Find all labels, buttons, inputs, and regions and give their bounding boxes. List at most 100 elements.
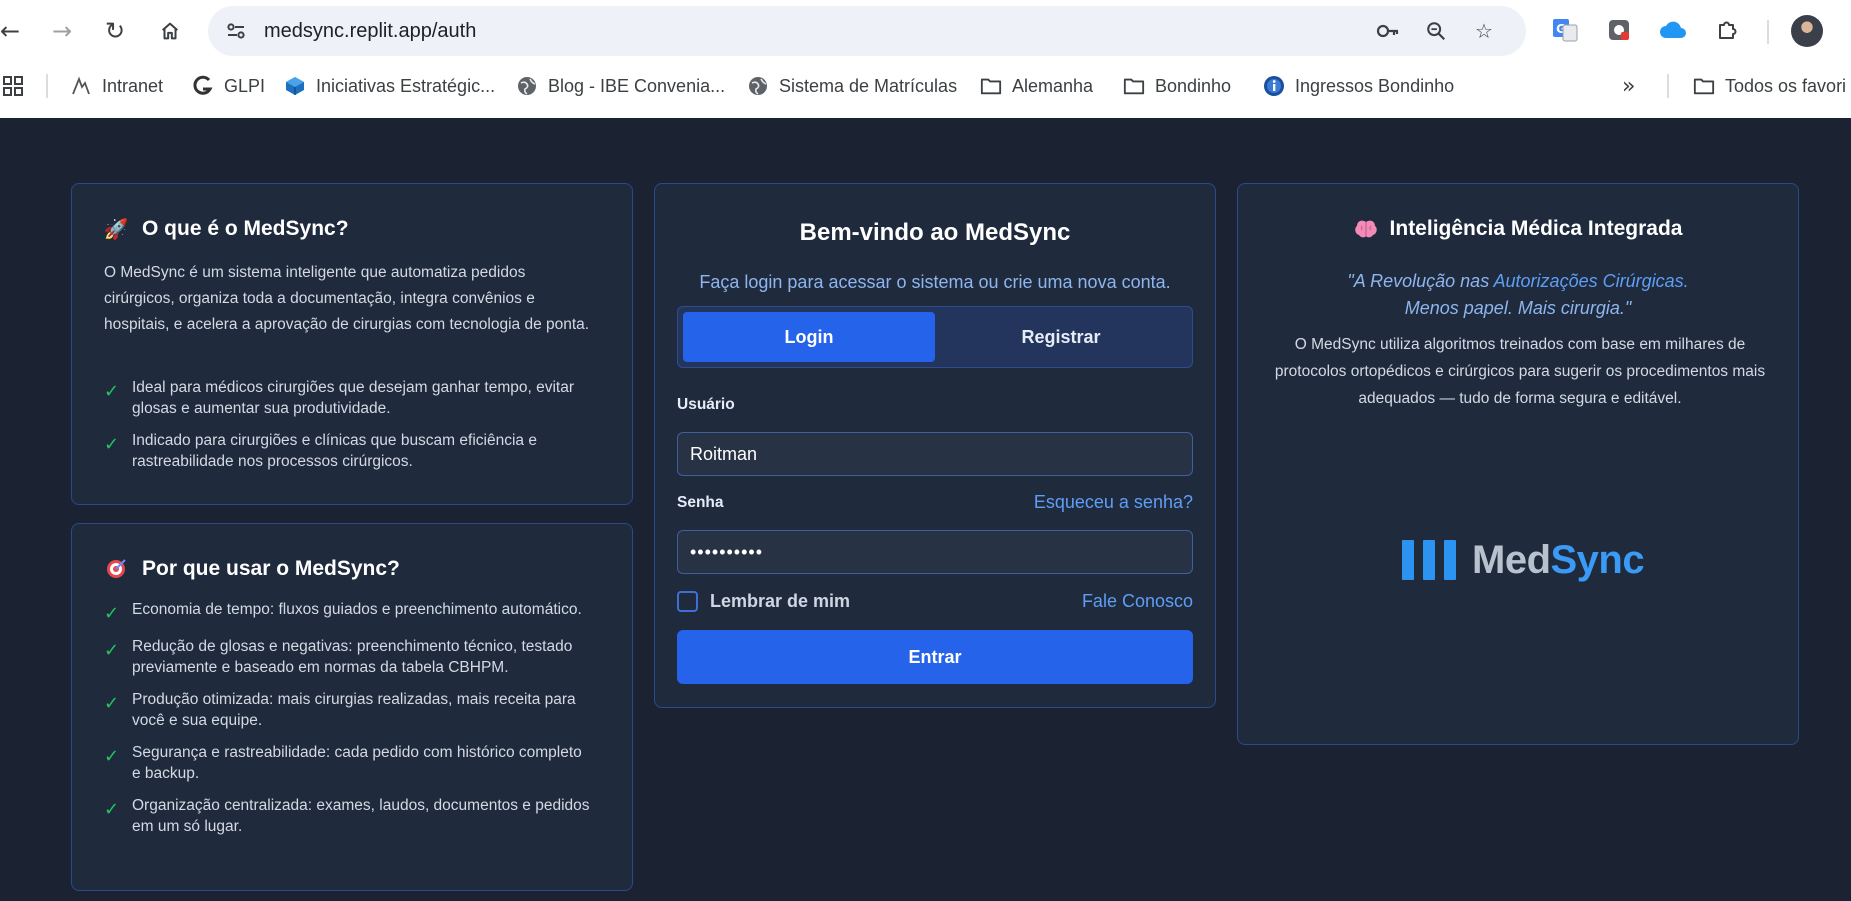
all-bookmarks-folder[interactable]: Todos os favori: [1693, 72, 1846, 100]
why-list: ✓ Economia de tempo: fluxos guiados e pr…: [104, 599, 594, 848]
ai-description: O MedSync utiliza algoritmos treinados c…: [1274, 336, 1766, 407]
list-item: ✓ Economia de tempo: fluxos guiados e pr…: [104, 601, 582, 624]
profile-avatar[interactable]: [1791, 15, 1823, 47]
ai-title: Inteligência Médica Integrada: [1238, 217, 1798, 241]
folder-icon: [1123, 75, 1145, 97]
password-key-icon[interactable]: [1374, 17, 1402, 45]
auth-tabs: Login Registrar: [677, 306, 1193, 368]
quote-highlight: Autorizações Cirúrgicas.: [1493, 271, 1689, 291]
bookmarks-bar: Intranet GLPI Iniciativas Estratégic... …: [0, 62, 1851, 110]
list-item: ✓ Segurança e rastreabilidade: cada pedi…: [104, 744, 582, 782]
cloud-icon[interactable]: [1657, 14, 1689, 46]
extensions-puzzle-icon[interactable]: [1711, 14, 1743, 46]
bookmark-label: Blog - IBE Convenia...: [548, 75, 726, 96]
site-settings-icon[interactable]: [224, 19, 248, 43]
bookmark-matriculas[interactable]: Sistema de Matrículas: [747, 72, 957, 100]
folder-icon: [1693, 75, 1715, 97]
about-card: 🚀 O que é o MedSync? O MedSync é um sist…: [71, 183, 633, 505]
login-card: Bem-vindo ao MedSync Faça login para ace…: [654, 183, 1216, 708]
logo-bar: [1444, 540, 1456, 580]
brain-icon: [1354, 219, 1378, 239]
about-title: 🚀 O que é o MedSync?: [104, 217, 349, 241]
reload-icon[interactable]: ↻: [97, 13, 133, 49]
target-icon: [104, 558, 128, 580]
toolbar-divider: [1767, 20, 1769, 44]
check-icon: ✓: [104, 693, 120, 714]
globe-icon: [516, 75, 538, 97]
tab-login[interactable]: Login: [683, 312, 935, 362]
password-label: Senha: [677, 494, 724, 511]
check-icon: ✓: [104, 603, 120, 624]
bookmark-bondinho[interactable]: Bondinho: [1123, 72, 1231, 100]
bookmarks-divider: [1667, 74, 1669, 98]
zoom-icon[interactable]: [1422, 17, 1450, 45]
bookmark-label: Iniciativas Estratégic...: [316, 75, 496, 96]
logo-text-sync: Sync: [1550, 538, 1645, 582]
list-item: ✓ Produção otimizada: mais cirurgias rea…: [104, 691, 576, 729]
bookmark-intranet[interactable]: Intranet: [70, 72, 163, 100]
bookmark-glpi[interactable]: GLPI: [192, 72, 265, 100]
bookmark-label: Intranet: [102, 75, 164, 96]
check-icon: ✓: [104, 799, 120, 820]
login-subtitle: Faça login para acessar o sistema ou cri…: [699, 272, 1171, 292]
address-bar[interactable]: medsync.replit.app/auth ☆: [208, 6, 1526, 56]
check-icon: ✓: [104, 434, 120, 455]
globe-icon: [747, 75, 769, 97]
translate-icon[interactable]: G: [1549, 14, 1581, 46]
glpi-icon: [192, 75, 214, 97]
quote-text: "A Revolução nas: [1347, 271, 1494, 291]
ai-quote: "A Revolução nas Autorizações Cirúrgicas…: [1238, 268, 1798, 322]
logo-bars-icon: [1402, 540, 1456, 580]
list-item: ✓ Redução de glosas e negativas: preench…: [104, 638, 573, 676]
about-title-text: O que é o MedSync?: [142, 217, 349, 240]
forward-icon[interactable]: →: [44, 13, 80, 49]
more-bookmarks-icon[interactable]: »: [1622, 72, 1635, 100]
ai-title-text: Inteligência Médica Integrada: [1389, 217, 1683, 240]
browser-chrome: ← → ↻ medsync.replit.app/auth ☆ G Intran…: [0, 0, 1851, 118]
password-field[interactable]: ••••••••••: [677, 530, 1193, 574]
url-text[interactable]: medsync.replit.app/auth: [264, 20, 476, 43]
intranet-icon: [70, 75, 92, 97]
bookmark-iniciativas[interactable]: Iniciativas Estratégic...: [284, 72, 495, 100]
folder-icon: [980, 75, 1002, 97]
remember-me-label[interactable]: Lembrar de mim: [710, 591, 850, 612]
apps-grid-icon[interactable]: [2, 72, 24, 100]
home-icon[interactable]: [152, 13, 188, 49]
logo-bar: [1423, 540, 1435, 580]
info-icon: [1263, 75, 1285, 97]
username-label: Usuário: [677, 396, 735, 413]
list-item: ✓ Indicado para cirurgiões e clínicas qu…: [104, 432, 537, 470]
why-title: Por que usar o MedSync?: [104, 557, 400, 581]
remember-me-checkbox[interactable]: [677, 591, 698, 612]
bookmark-star-icon[interactable]: ☆: [1470, 17, 1498, 45]
logo-bar: [1402, 540, 1414, 580]
check-icon: ✓: [104, 746, 120, 767]
bookmark-blog[interactable]: Blog - IBE Convenia...: [516, 72, 725, 100]
list-item: ✓ Ideal para médicos cirurgiões que dese…: [104, 379, 574, 417]
ai-card: Inteligência Médica Integrada "A Revoluç…: [1237, 183, 1799, 745]
browser-toolbar: ← → ↻ medsync.replit.app/auth ☆ G: [0, 0, 1851, 62]
tab-register[interactable]: Registrar: [935, 312, 1187, 362]
about-list: ✓ Ideal para médicos cirurgiões que dese…: [104, 377, 594, 483]
logo-text: MedSync: [1472, 538, 1645, 582]
contact-link[interactable]: Fale Conosco: [1082, 591, 1193, 612]
check-icon: ✓: [104, 640, 120, 661]
bookmarks-divider: [46, 74, 48, 98]
logo-text-med: Med: [1472, 538, 1551, 582]
login-title: Bem-vindo ao MedSync: [799, 219, 1071, 246]
about-description: O MedSync é um sistema inteligente que a…: [104, 264, 590, 333]
extension-icon[interactable]: [1603, 14, 1635, 46]
medsync-logo: MedSync: [1402, 538, 1645, 582]
bookmark-label: Sistema de Matrículas: [779, 75, 958, 96]
username-field[interactable]: Roitman: [677, 432, 1193, 476]
check-icon: ✓: [104, 381, 120, 402]
bookmark-ingressos[interactable]: Ingressos Bondinho: [1263, 72, 1454, 100]
forgot-password-link[interactable]: Esqueceu a senha?: [1034, 492, 1193, 513]
list-item: ✓ Organização centralizada: exames, laud…: [104, 797, 590, 835]
bookmark-label: Ingressos Bondinho: [1295, 75, 1455, 96]
bookmark-label: Bondinho: [1155, 75, 1232, 96]
back-icon[interactable]: ←: [0, 13, 28, 49]
login-submit-button[interactable]: Entrar: [677, 630, 1193, 684]
cube-icon: [284, 75, 306, 97]
bookmark-alemanha[interactable]: Alemanha: [980, 72, 1093, 100]
